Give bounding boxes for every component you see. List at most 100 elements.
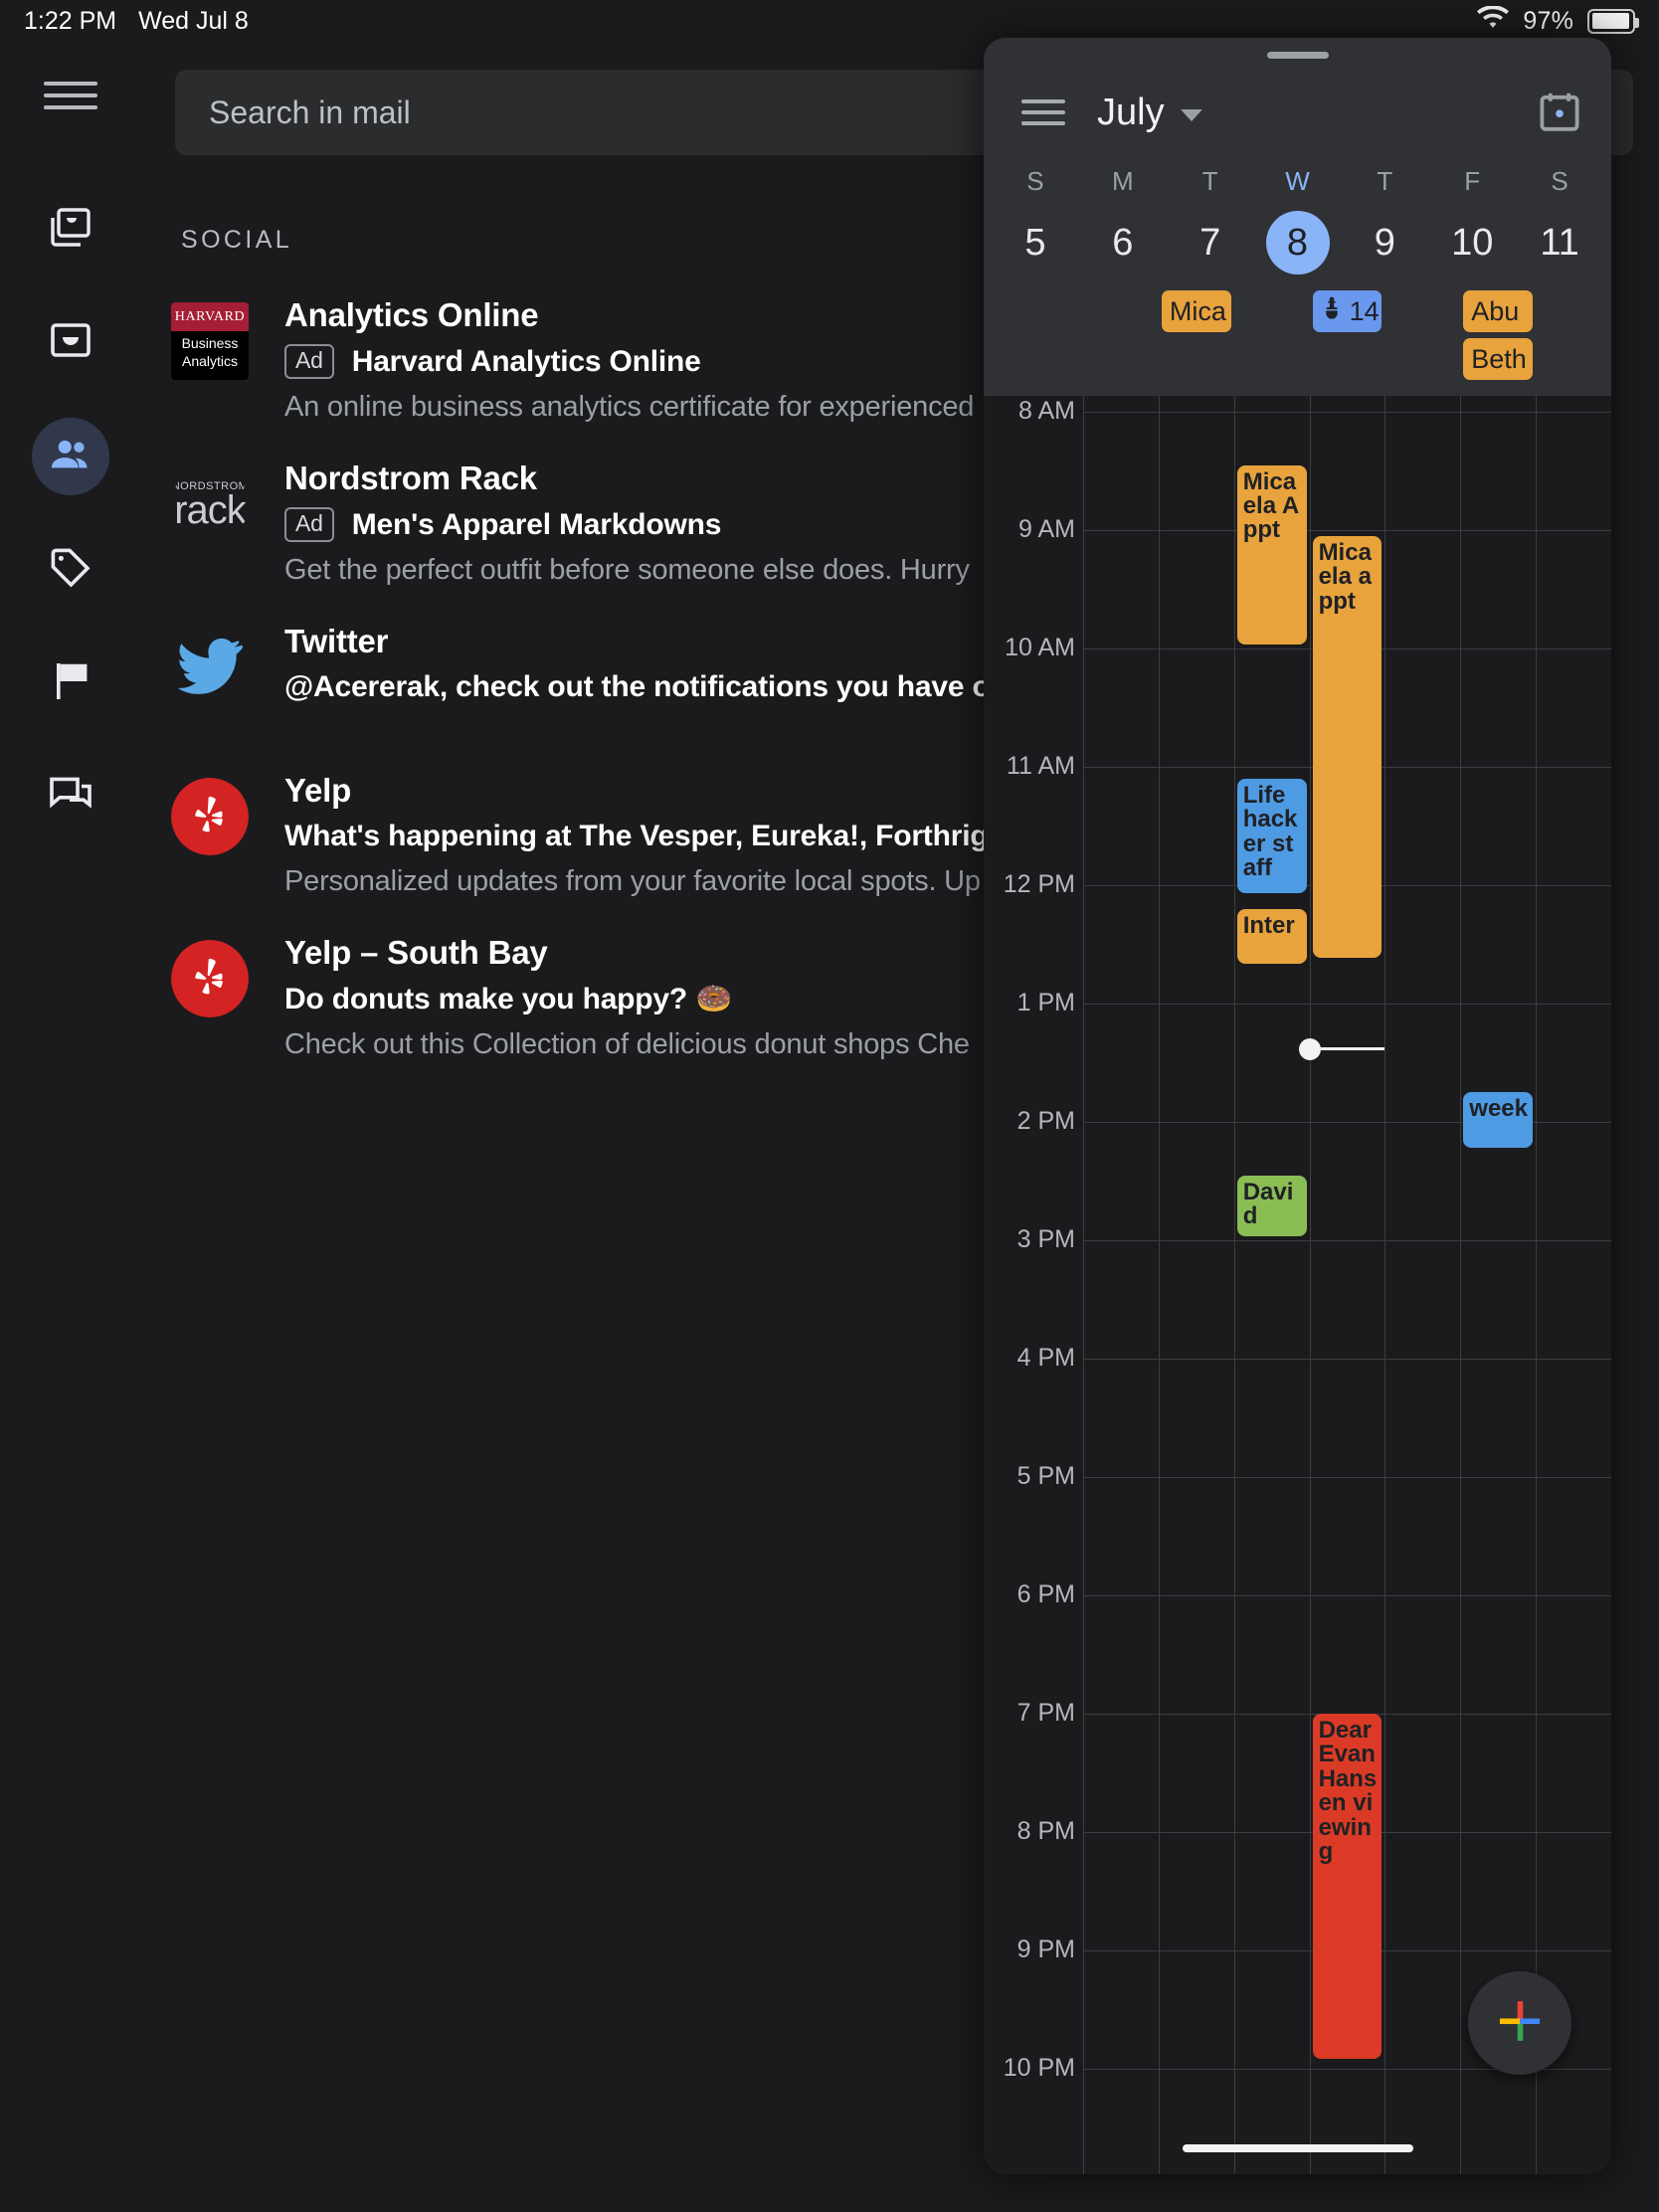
status-time: 1:22 PM	[24, 6, 117, 35]
hour-label: 9 PM	[1016, 1936, 1075, 1963]
hamburger-menu-icon[interactable]	[1021, 94, 1065, 130]
hour-label: 2 PM	[1016, 1107, 1075, 1135]
section-label: SOCIAL	[181, 226, 293, 254]
day-cell-11[interactable]: 11	[1516, 205, 1603, 284]
hamburger-menu-icon[interactable]	[44, 74, 97, 117]
battery-icon	[1587, 8, 1639, 34]
dow-sat: S	[1551, 166, 1568, 196]
hour-label: 3 PM	[1016, 1225, 1075, 1253]
day-number: 11	[1540, 221, 1579, 264]
current-time-line	[1309, 1047, 1385, 1051]
all-day-chip-body: 14	[1312, 290, 1382, 332]
hour-label: 7 PM	[1016, 1699, 1075, 1727]
all-day-chip[interactable]: Abu	[1463, 290, 1534, 338]
sidebar-item-all-inboxes[interactable]	[32, 191, 109, 269]
all-day-chip-label: Abu	[1471, 295, 1520, 326]
calendar-event[interactable]: week	[1463, 1092, 1534, 1148]
calendar-icon[interactable]	[1536, 89, 1583, 136]
hour-row: 3 PM	[984, 1225, 1611, 1359]
hour-row: 8 PM	[984, 1817, 1611, 1950]
drag-handle[interactable]	[1266, 52, 1329, 59]
calendar-event[interactable]: Inter	[1236, 908, 1307, 965]
day-gridline	[1309, 396, 1311, 2174]
message-subject: Do donuts make you happy? 🍩	[284, 983, 733, 1015]
hour-label: 10 AM	[1005, 634, 1075, 661]
harvard-logo-line3: Analytics	[181, 352, 239, 369]
hour-label: 11 PM	[984, 2172, 1075, 2174]
dow-sun: S	[1026, 166, 1044, 196]
day-number-today: 8	[1265, 211, 1330, 275]
hour-row: 7 PM	[984, 1699, 1611, 1832]
avatar: NORDSTROM rack	[171, 465, 249, 543]
chess-piece-icon	[1321, 296, 1343, 327]
day-cell-6[interactable]: 6	[1079, 205, 1167, 284]
calendar-event[interactable]: Life hacker staff	[1236, 778, 1307, 893]
yelp-logo	[171, 778, 249, 855]
day-number: 9	[1374, 221, 1395, 264]
day-of-week-row: S M T W T F S	[984, 166, 1611, 197]
hour-label: 9 AM	[1018, 515, 1075, 543]
create-event-button[interactable]	[1468, 1971, 1571, 2075]
day-cell-5[interactable]: 5	[992, 205, 1079, 284]
all-day-chip[interactable]: 14	[1312, 290, 1382, 338]
calendar-event[interactable]: Micaela Appt	[1236, 464, 1307, 645]
avatar	[171, 778, 249, 855]
calendar-event-title: Micaela appt	[1318, 538, 1372, 615]
hour-row: 6 PM	[984, 1580, 1611, 1714]
hour-gridline	[1083, 1477, 1611, 1478]
message-subject: Men's Apparel Markdowns	[351, 507, 722, 541]
home-bar[interactable]	[1182, 2144, 1413, 2152]
calendar-event[interactable]: Micaela appt	[1312, 535, 1382, 959]
day-number: 10	[1451, 221, 1494, 264]
hour-label: 8 PM	[1016, 1817, 1075, 1845]
avatar: HARVARD Business Analytics	[171, 302, 249, 380]
all-day-events-row: Mica 14 Abu Beth	[984, 284, 1611, 396]
hour-gridline	[1083, 1240, 1611, 1241]
hour-label: 1 PM	[1016, 989, 1075, 1016]
hour-label: 11 AM	[1006, 752, 1075, 780]
all-day-chip-body: Beth	[1463, 338, 1534, 380]
calendar-header: July S M T W T F S 5 6 7 8 9 10 11 Mica …	[984, 38, 1611, 396]
calendar-event-title: Inter	[1242, 911, 1295, 939]
all-inboxes-icon	[47, 204, 94, 257]
day-gridline	[1083, 396, 1084, 2174]
chevron-down-icon[interactable]	[1180, 109, 1202, 121]
hour-row: 5 PM	[984, 1462, 1611, 1595]
harvard-business-analytics-logo: HARVARD Business Analytics	[171, 302, 249, 380]
day-number: 5	[1024, 221, 1046, 264]
day-gridline	[1233, 396, 1235, 2174]
dow-mon: M	[1111, 166, 1134, 196]
all-day-chip[interactable]: Mica	[1161, 290, 1231, 338]
calendar-event[interactable]: Dear Evan Hansen viewing	[1312, 1714, 1382, 2060]
calendar-event[interactable]: David	[1236, 1175, 1307, 1236]
all-day-chip-label: Mica	[1169, 295, 1226, 326]
ad-badge: Ad	[284, 344, 334, 379]
calendar-event-title: Dear Evan Hansen viewing	[1318, 1717, 1378, 1866]
all-day-chip[interactable]: Beth	[1463, 338, 1534, 386]
day-cell-10[interactable]: 10	[1428, 205, 1516, 284]
ad-badge: Ad	[284, 507, 334, 542]
hour-label: 8 AM	[1018, 397, 1075, 425]
hour-gridline	[1083, 1359, 1611, 1360]
twitter-bird-icon	[173, 629, 247, 706]
calendar-event-title: Life hacker staff	[1242, 781, 1298, 882]
day-cell-9[interactable]: 9	[1341, 205, 1428, 284]
day-number: 6	[1112, 221, 1134, 264]
hour-label: 10 PM	[1003, 2054, 1075, 2082]
status-date: Wed Jul 8	[138, 6, 249, 35]
hour-row: 10 AM	[984, 634, 1611, 767]
day-cell-7[interactable]: 7	[1167, 205, 1254, 284]
harvard-logo-line2: Business	[181, 335, 239, 351]
month-label[interactable]: July	[1097, 92, 1165, 134]
calendar-day-grid[interactable]: 8 AM 9 AM 10 AM 11 AM 12 PM 1 PM 2 PM 3 PM 4 PM 5…	[984, 396, 1611, 2174]
hour-gridline	[1083, 412, 1611, 413]
status-bar: 1:22 PM Wed Jul 8 97%	[0, 0, 1659, 42]
harvard-logo-line1: HARVARD	[171, 302, 249, 331]
all-day-chip-body: Mica	[1161, 290, 1231, 332]
search-placeholder: Search in mail	[209, 93, 411, 130]
message-subject: Harvard Analytics Online	[351, 344, 701, 378]
message-subject: @Acererak, check out the notifications y…	[284, 670, 1009, 703]
all-day-chip-body: Abu	[1463, 290, 1534, 332]
calendar-event-title: week	[1469, 1095, 1528, 1123]
day-cell-8[interactable]: 8	[1254, 205, 1342, 284]
